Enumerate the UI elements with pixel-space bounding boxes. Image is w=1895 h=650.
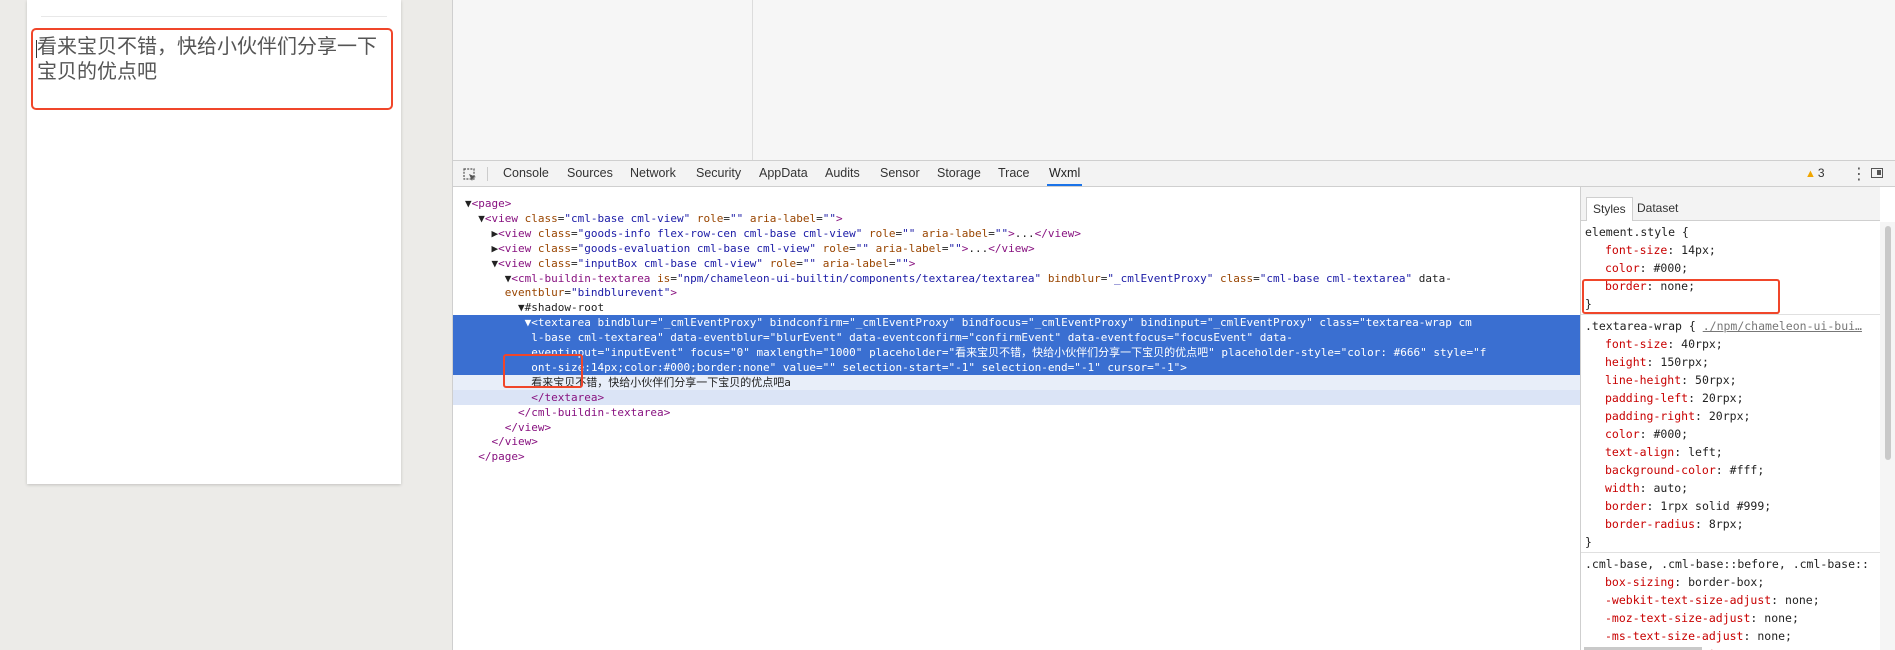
tree-node-line[interactable]: ▼<textarea bindblur="_cmlEventProxy" bin… [453,315,1580,331]
simulator-divider [41,16,387,17]
css-property[interactable]: -webkit-text-size-adjust: none; [1605,591,1880,609]
tab-security[interactable]: Security [696,161,741,186]
css-property[interactable]: padding-left: 20rpx; [1605,389,1880,407]
style-attribute-highlight [503,354,583,388]
css-property[interactable]: border-radius: 8rpx; [1605,515,1880,533]
tree-node-line[interactable]: ▶<view class="goods-evaluation cml-base … [453,241,1580,256]
css-rule-selector[interactable]: .textarea-wrap { ./npm/chameleon-ui-bui… [1585,317,1875,335]
styles-panel: Styles Dataset element.style {font-size:… [1581,187,1880,650]
css-rule-closing-brace: } [1585,535,1592,549]
tree-node-line[interactable]: </cml-buildin-textarea> [453,405,1580,420]
tree-node-line[interactable]: </page> [453,449,1580,464]
tree-node-line[interactable]: l-base cml-textarea" data-eventblur="blu… [453,330,1580,346]
review-textarea-text[interactable]: 看来宝贝不错，快给小伙伴们分享一下宝贝的优点吧 [37,34,389,84]
tree-node-line[interactable]: </textarea> [453,389,1580,405]
toolbar-separator [487,167,488,181]
tree-node-line[interactable]: ▶<view class="goods-info flex-row-cen cm… [453,226,1580,241]
css-property[interactable]: -moz-text-size-adjust: none; [1605,609,1880,627]
css-rule-separator [1581,552,1880,553]
styles-scrollbar-thumb[interactable] [1885,226,1891,460]
inspect-icon[interactable] [463,167,477,181]
tab-dataset[interactable]: Dataset [1631,197,1684,219]
tab-sensor[interactable]: Sensor [880,161,920,186]
tree-node-line[interactable]: eventinput="inputEvent" focus="0" maxlen… [453,345,1580,360]
css-property[interactable]: -ms-text-size-adjust: none; [1605,627,1880,645]
tree-node-line[interactable]: 看来宝贝不错，快给小伙伴们分享一下宝贝的优点吧a [453,374,1580,390]
tree-node-line[interactable]: ▼<view class="inputBox cml-base cml-view… [453,256,1580,271]
tree-node-line[interactable]: ont-size:14px;color:#000;border:none" va… [453,359,1580,375]
tree-node-line[interactable]: eventblur="bindblurevent"> [453,285,1580,300]
tab-appdata[interactable]: AppData [759,161,808,186]
tab-sources[interactable]: Sources [567,161,613,186]
font-size-rule-highlight [1582,279,1780,314]
warnings-counter[interactable]: ▲ 3 [1805,161,1825,186]
upper-panel-divider [752,0,753,160]
tree-node-line[interactable]: </view> [453,420,1580,435]
tree-node-line[interactable]: ▼<view class="cml-base cml-view" role=""… [453,211,1580,226]
tree-node-line[interactable]: ▼#shadow-root [453,300,1580,315]
tab-network[interactable]: Network [630,161,676,186]
css-property[interactable]: font-size: 40rpx; [1605,335,1880,353]
tab-audits[interactable]: Audits [825,161,860,186]
tab-storage[interactable]: Storage [937,161,981,186]
tree-node-line[interactable]: ▼<page> [453,196,1580,211]
css-property[interactable]: font-size: 14px; [1605,241,1880,259]
kebab-menu-icon[interactable]: ⋮ [1851,165,1867,183]
css-rule-source-link: ./npm/chameleon-ui-bui… [1702,319,1862,333]
css-property[interactable]: background-color: #fff; [1605,461,1880,479]
styles-tabs: Styles Dataset [1581,187,1880,221]
tab-trace[interactable]: Trace [998,161,1030,186]
upper-panel [453,0,1895,160]
css-rule-selector[interactable]: element.style { [1585,223,1875,241]
devtools-toolbar: Console Sources Network Security AppData… [453,160,1895,187]
css-rule-separator [1581,314,1880,315]
warning-count: 3 [1817,166,1825,180]
tab-console[interactable]: Console [503,161,549,186]
css-property[interactable]: box-sizing: border-box; [1605,573,1880,591]
css-property[interactable]: line-height: 50rpx; [1605,371,1880,389]
dock-icon[interactable] [1871,168,1883,178]
css-rule-selector[interactable]: .cml-base, .cml-base::before, .cml-base:… [1585,555,1875,573]
tree-node-line[interactable]: </view> [453,434,1580,449]
tab-styles[interactable]: Styles [1586,197,1633,221]
tree-node-line[interactable]: ▼<cml-buildin-textarea is="npm/chameleon… [453,271,1580,286]
css-property[interactable]: height: 150rpx; [1605,353,1880,371]
css-property[interactable]: padding-right: 20rpx; [1605,407,1880,425]
css-property[interactable]: width: auto; [1605,479,1880,497]
warning-icon: ▲ [1805,168,1816,180]
css-property[interactable]: color: #000; [1605,259,1880,277]
wxml-elements-tree[interactable]: ▼<page> ▼<view class="cml-base cml-view"… [453,187,1580,650]
css-property[interactable]: border: 1rpx solid #999; [1605,497,1880,515]
css-property[interactable]: text-align: left; [1605,443,1880,461]
tab-wxml[interactable]: Wxml [1047,161,1083,186]
css-property[interactable]: color: #000; [1605,425,1880,443]
